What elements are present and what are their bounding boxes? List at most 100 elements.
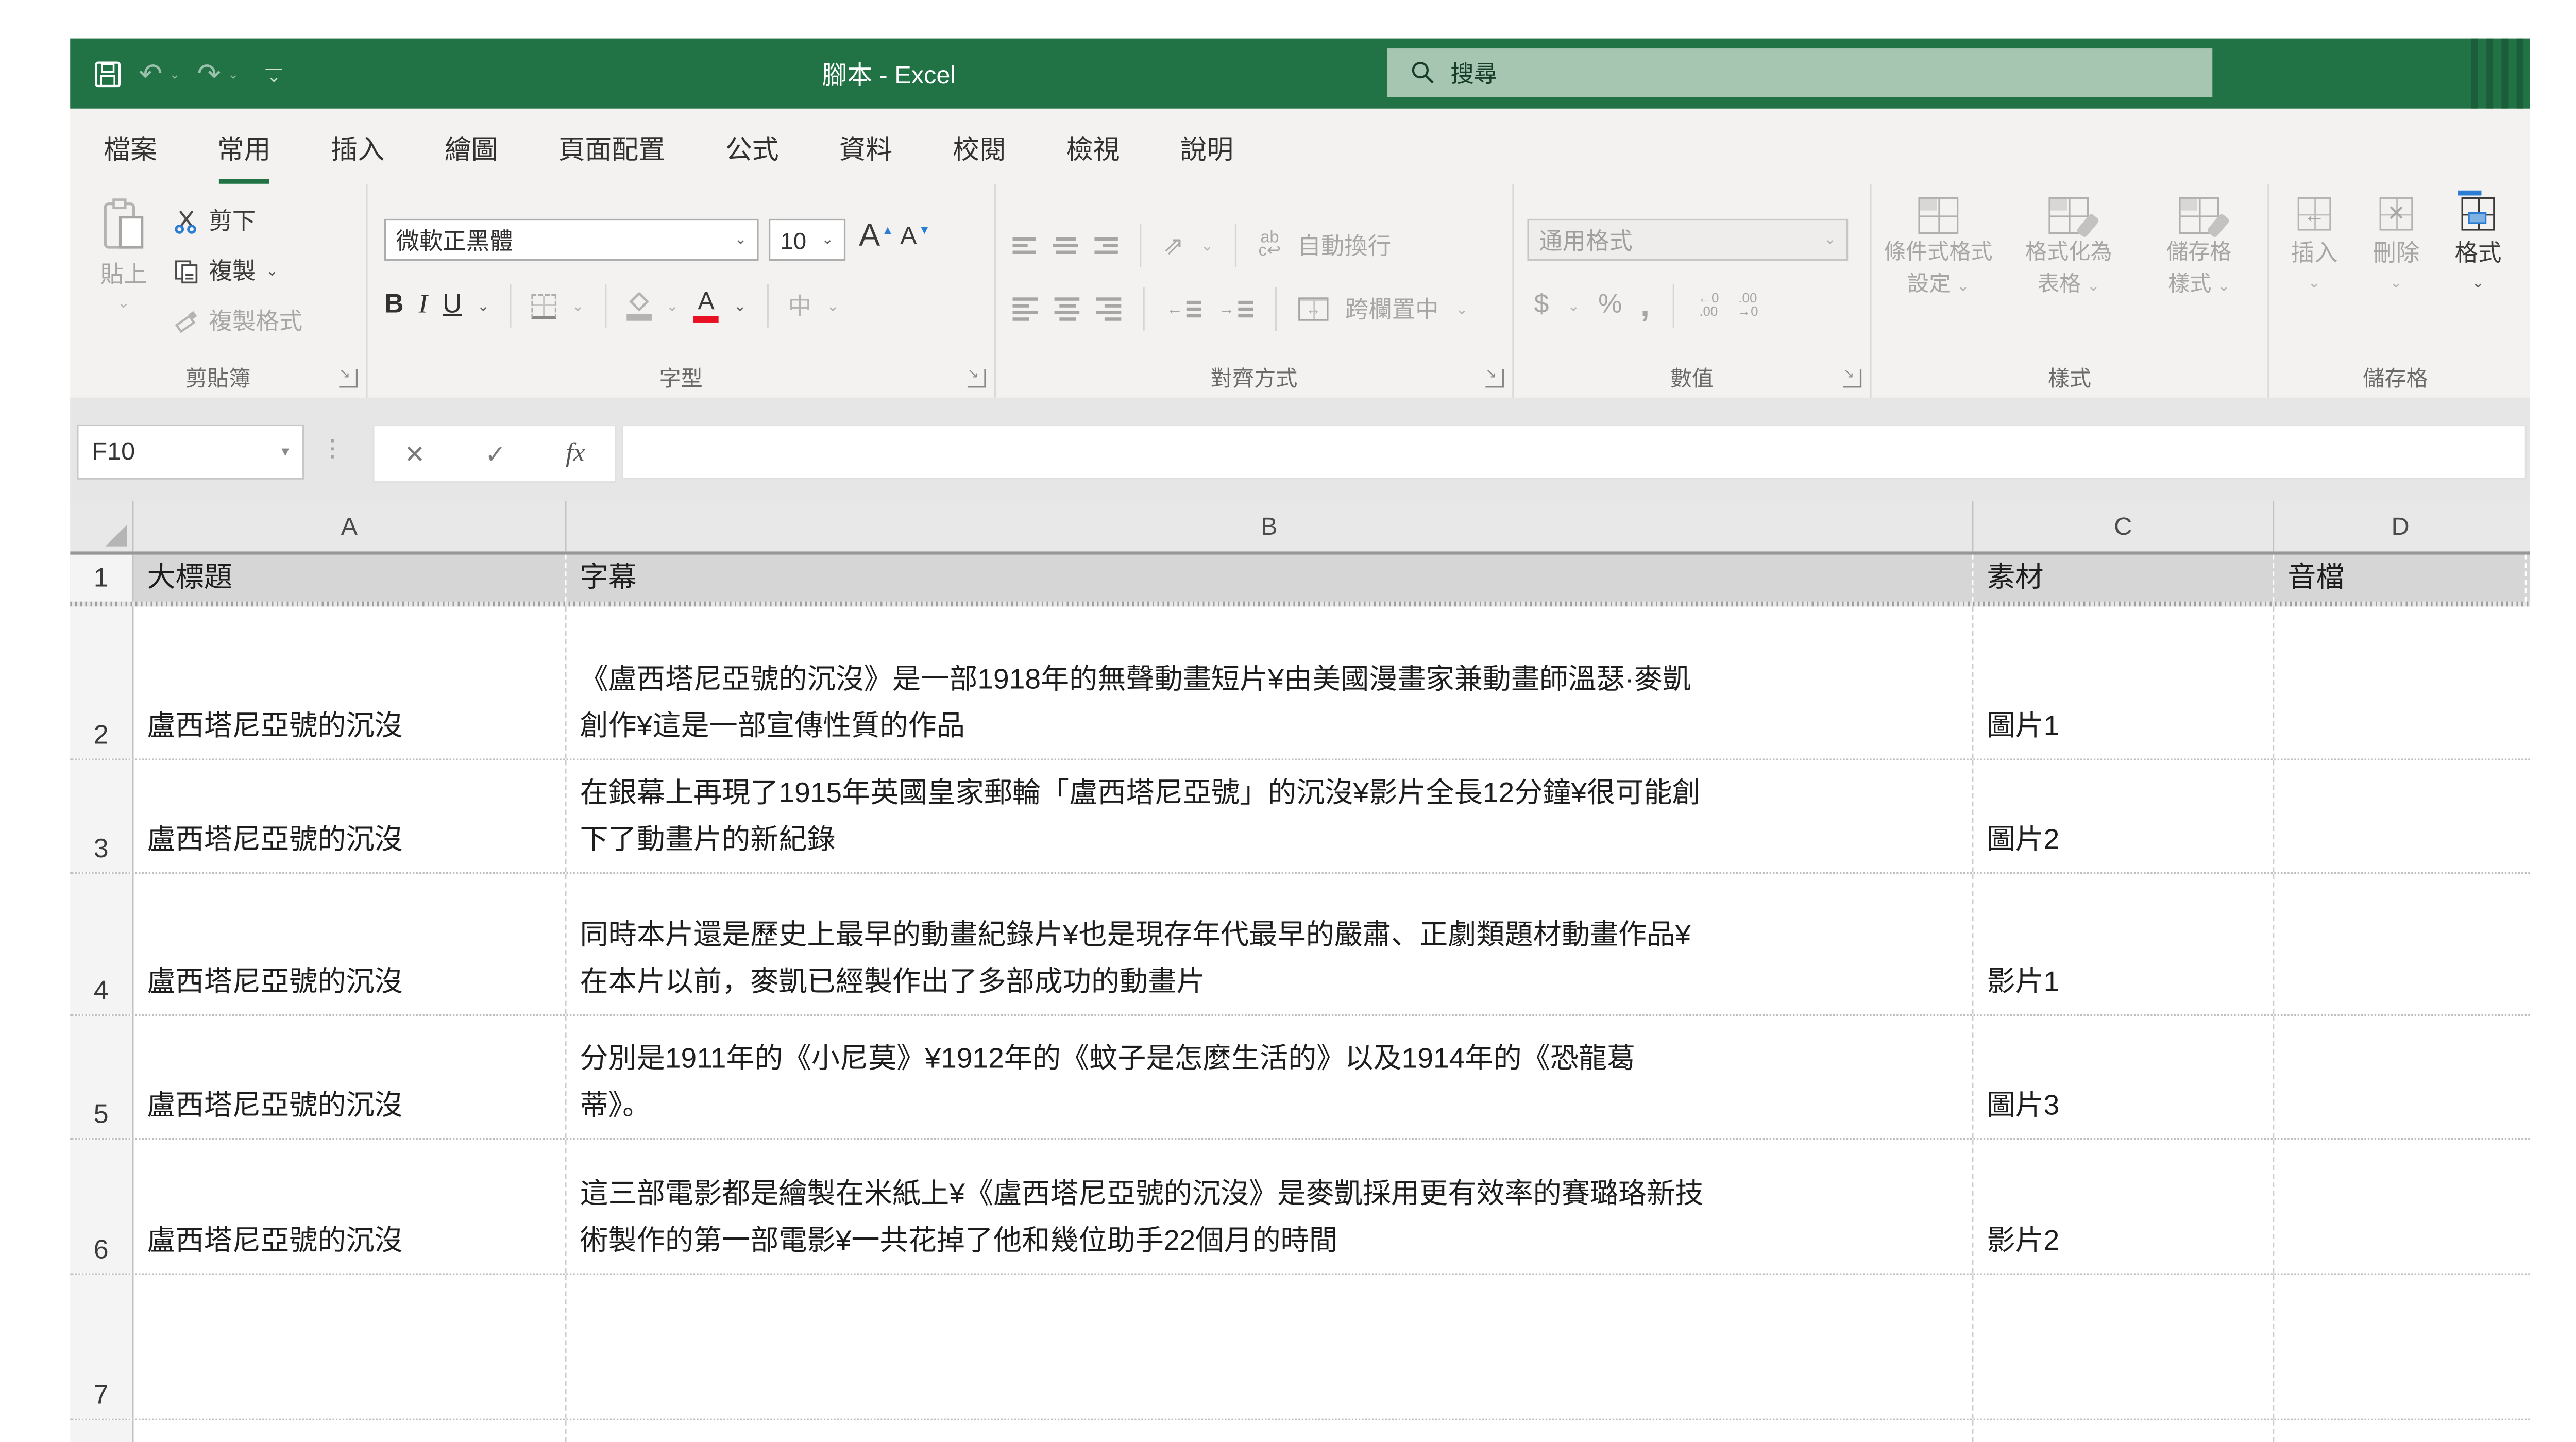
- format-painter-button[interactable]: 複製格式: [174, 304, 302, 337]
- orientation-caret-icon[interactable]: ⌄: [1201, 236, 1213, 255]
- increase-decimal-icon[interactable]: ←0 .00: [1698, 293, 1719, 319]
- tab-9[interactable]: 說明: [1180, 120, 1233, 173]
- cell-c4[interactable]: 影片1: [1973, 874, 2274, 1014]
- number-format-combo[interactable]: 通用格式 ⌄: [1527, 219, 1848, 261]
- cell-c6[interactable]: 影片2: [1973, 1140, 2274, 1273]
- cell-b7[interactable]: [567, 1275, 1974, 1419]
- cell-a2[interactable]: 盧西塔尼亞號的沉沒: [133, 606, 566, 758]
- font-name-combo[interactable]: 微軟正黑體 ⌄: [384, 219, 759, 261]
- undo-icon[interactable]: ↶: [139, 59, 162, 88]
- align-top-icon[interactable]: [1013, 237, 1036, 254]
- save-icon[interactable]: [94, 59, 122, 88]
- column-header-c[interactable]: C: [1973, 501, 2274, 551]
- borders-icon[interactable]: [531, 293, 556, 318]
- percent-button[interactable]: %: [1598, 291, 1622, 320]
- fill-color-button[interactable]: [626, 292, 651, 320]
- number-dialog-launcher[interactable]: ↘: [1843, 369, 1861, 388]
- row-number[interactable]: 3: [70, 760, 133, 872]
- cell-a5[interactable]: 盧西塔尼亞號的沉沒: [133, 1016, 566, 1138]
- shrink-font-button[interactable]: A▼: [900, 219, 917, 256]
- copy-button[interactable]: 複製 ⌄: [174, 254, 302, 287]
- tab-5[interactable]: 公式: [725, 120, 779, 173]
- cell-a1[interactable]: 大標題: [133, 555, 566, 602]
- cell-styles-button[interactable]: 儲存格 樣式 ⌄: [2136, 197, 2262, 299]
- redo-caret-icon[interactable]: ⌄: [228, 66, 239, 81]
- cell-b3[interactable]: 在銀幕上再現了1915年英國皇家郵輪「盧西塔尼亞號」的沉沒¥影片全長12分鐘¥很…: [567, 760, 1974, 872]
- font-color-caret-icon[interactable]: ⌄: [734, 297, 746, 315]
- formula-input[interactable]: [622, 425, 2527, 480]
- align-left-icon[interactable]: [1013, 297, 1038, 320]
- cell-d6[interactable]: [2274, 1140, 2527, 1273]
- cell-a6[interactable]: 盧西塔尼亞號的沉沒: [133, 1140, 566, 1273]
- currency-caret-icon[interactable]: ⌄: [1567, 297, 1580, 315]
- format-cells-button[interactable]: 格式 ⌄: [2439, 197, 2516, 293]
- name-box[interactable]: F10 ▾: [77, 425, 304, 480]
- delete-caret-icon[interactable]: ⌄: [2390, 274, 2402, 293]
- cell-c2[interactable]: 圖片1: [1973, 606, 2274, 758]
- select-all-corner[interactable]: [70, 501, 133, 551]
- row-number[interactable]: 6: [70, 1140, 133, 1273]
- cell-a8[interactable]: [133, 1420, 566, 1442]
- cell-c1[interactable]: 素材: [1973, 555, 2274, 602]
- column-header-d[interactable]: D: [2274, 501, 2527, 551]
- cell-d2[interactable]: [2274, 606, 2527, 758]
- tab-8[interactable]: 檢視: [1066, 120, 1120, 173]
- cell-b4[interactable]: 同時本片還是歷史上最早的動畫紀錄片¥也是現存年代最早的嚴肅、正劇類題材動畫作品¥…: [567, 874, 1974, 1014]
- column-header-b[interactable]: B: [567, 501, 1974, 551]
- comma-style-button[interactable]: ,: [1640, 286, 1650, 325]
- cell-c7[interactable]: [1973, 1275, 2274, 1419]
- tab-3[interactable]: 繪圖: [445, 120, 498, 173]
- underline-caret-icon[interactable]: ⌄: [477, 297, 489, 315]
- delete-cells-button[interactable]: ✕ 刪除 ⌄: [2358, 197, 2434, 293]
- align-bottom-icon[interactable]: [1094, 237, 1117, 254]
- align-center-icon[interactable]: [1055, 297, 1080, 320]
- cell-b8[interactable]: [567, 1420, 1974, 1442]
- copy-caret-icon[interactable]: ⌄: [266, 262, 278, 280]
- cell-d5[interactable]: [2274, 1016, 2527, 1138]
- decrease-indent-icon[interactable]: ←: [1166, 300, 1201, 318]
- orientation-icon[interactable]: ⇗: [1163, 231, 1184, 261]
- cell-d7[interactable]: [2274, 1275, 2527, 1419]
- conditional-formatting-button[interactable]: 條件式格式 設定 ⌄: [1875, 197, 2002, 299]
- grow-font-button[interactable]: A▲: [859, 219, 880, 256]
- font-size-combo[interactable]: 10 ⌄: [769, 219, 845, 261]
- row-number[interactable]: 1: [70, 555, 133, 602]
- insert-cells-button[interactable]: ← 插入 ⌄: [2276, 197, 2353, 293]
- cell-b1[interactable]: 字幕: [567, 555, 1974, 602]
- borders-caret-icon[interactable]: ⌄: [571, 297, 584, 315]
- redo-icon[interactable]: ↷: [197, 59, 221, 88]
- increase-indent-icon[interactable]: →: [1218, 300, 1253, 318]
- row-number[interactable]: 4: [70, 874, 133, 1014]
- phonetic-caret-icon[interactable]: ⌄: [826, 297, 839, 315]
- cell-c8[interactable]: [1973, 1420, 2274, 1442]
- row-number[interactable]: 2: [70, 606, 133, 758]
- decrease-decimal-icon[interactable]: .00 →0: [1737, 293, 1758, 319]
- cut-button[interactable]: 剪下: [174, 204, 302, 237]
- italic-button[interactable]: I: [419, 291, 428, 320]
- cell-d4[interactable]: [2274, 874, 2527, 1014]
- enter-button[interactable]: ✓: [485, 438, 506, 468]
- underline-button[interactable]: U: [443, 291, 462, 320]
- tab-7[interactable]: 校閱: [953, 120, 1006, 173]
- row-number[interactable]: [70, 1420, 133, 1442]
- tab-0[interactable]: 檔案: [104, 120, 157, 173]
- customize-qat-icon[interactable]: —⌄: [265, 65, 282, 81]
- format-as-table-button[interactable]: 格式化為 表格 ⌄: [2005, 197, 2132, 299]
- cell-b5[interactable]: 分別是1911年的《小尼莫》¥1912年的《蚊子是怎麼生活的》以及1914年的《…: [567, 1016, 1974, 1138]
- format-caret-icon[interactable]: ⌄: [2472, 274, 2484, 293]
- column-header-a[interactable]: A: [133, 501, 566, 551]
- cell-b6[interactable]: 這三部電影都是繪製在米紙上¥《盧西塔尼亞號的沉沒》是麥凱採用更有效率的賽璐珞新技…: [567, 1140, 1974, 1273]
- cell-c5[interactable]: 圖片3: [1973, 1016, 2274, 1138]
- merge-center-button[interactable]: 跨欄置中: [1345, 293, 1439, 326]
- cell-d8[interactable]: [2274, 1420, 2527, 1442]
- wrap-text-button[interactable]: 自動換行: [1298, 229, 1392, 262]
- cell-a7[interactable]: [133, 1275, 566, 1419]
- insert-function-button[interactable]: fx: [566, 438, 585, 468]
- cell-a4[interactable]: 盧西塔尼亞號的沉沒: [133, 874, 566, 1014]
- cell-c3[interactable]: 圖片2: [1973, 760, 2274, 872]
- cell-d3[interactable]: [2274, 760, 2527, 872]
- tab-2[interactable]: 插入: [331, 120, 384, 173]
- align-middle-icon[interactable]: [1053, 237, 1078, 254]
- search-box[interactable]: 搜尋: [1387, 48, 2212, 97]
- fill-caret-icon[interactable]: ⌄: [666, 297, 679, 315]
